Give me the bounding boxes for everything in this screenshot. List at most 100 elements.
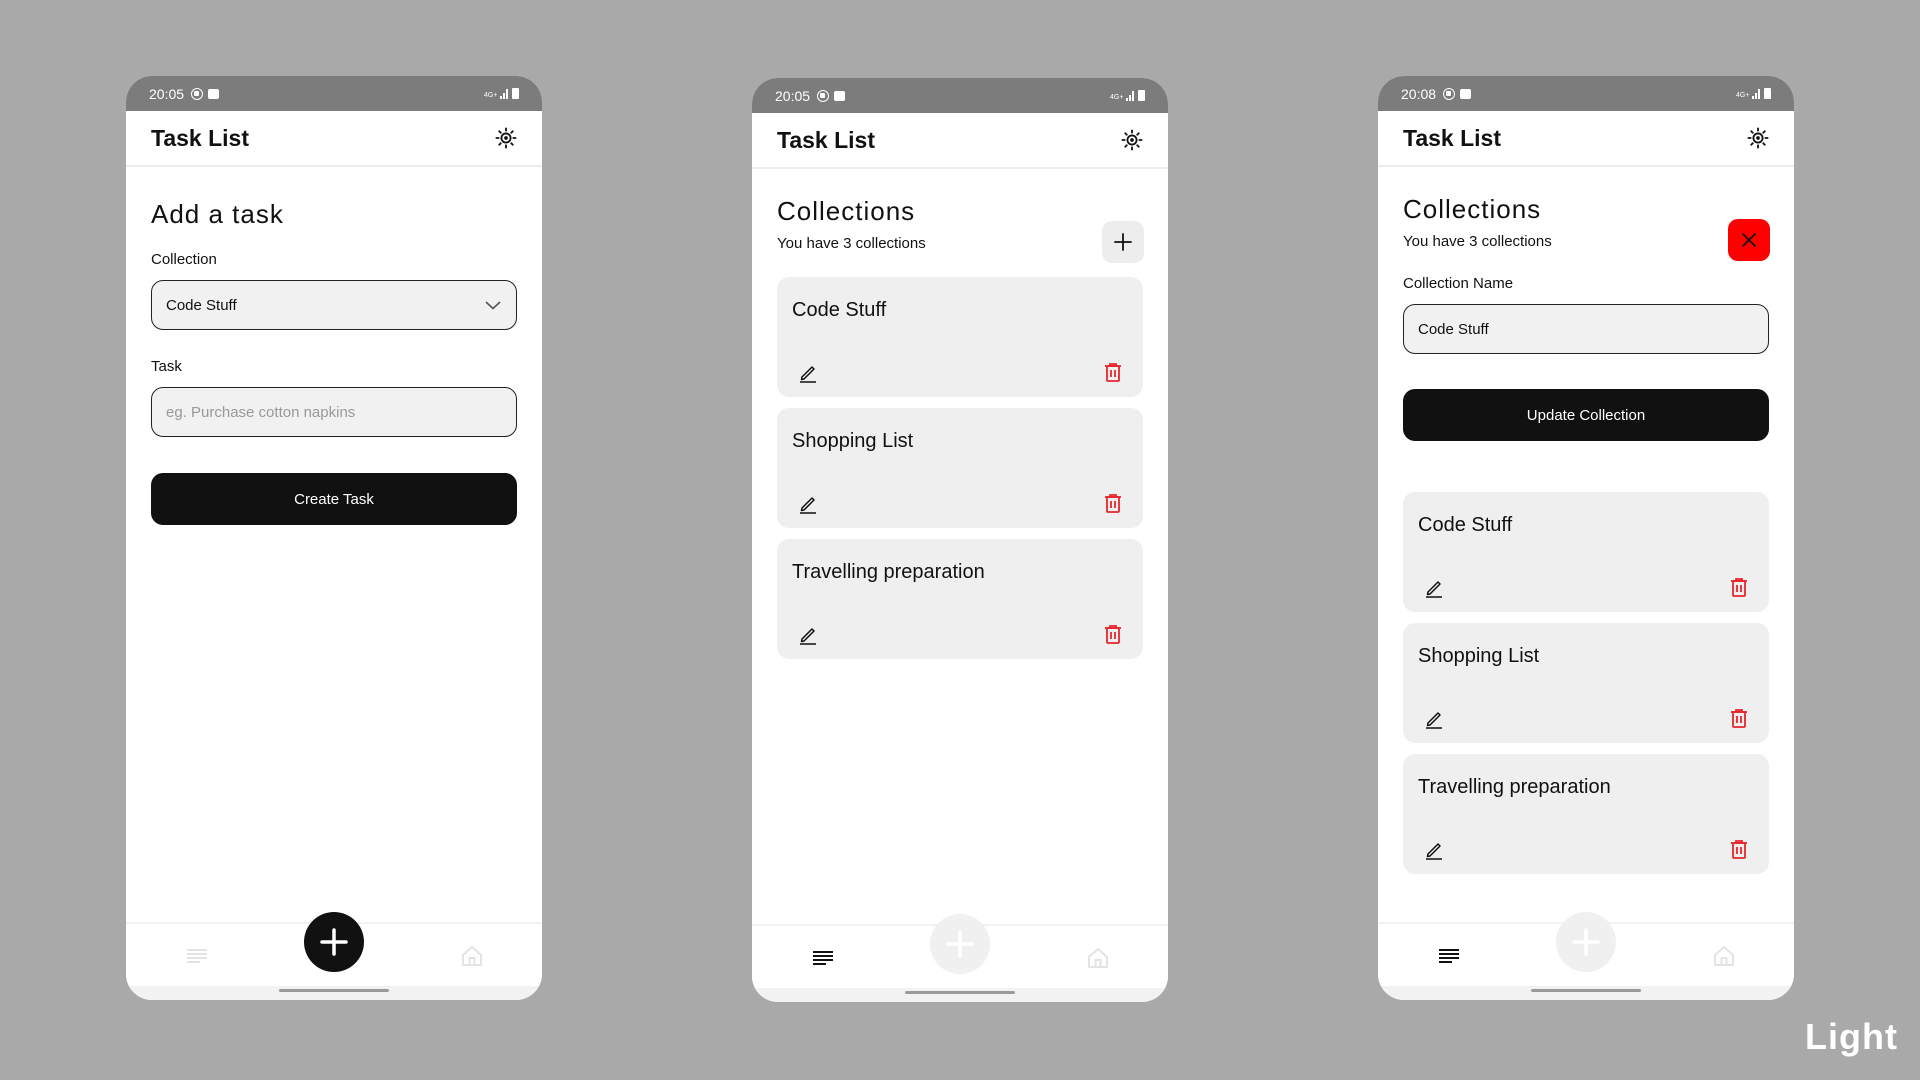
battery-icon bbox=[1764, 88, 1771, 99]
collection-select-value: Code Stuff bbox=[166, 296, 237, 314]
collection-name-label: Collection Name bbox=[1403, 275, 1514, 292]
update-collection-button[interactable]: Update Collection bbox=[1403, 389, 1769, 441]
list-icon[interactable] bbox=[1438, 948, 1460, 964]
network-type: 4G+ bbox=[484, 92, 498, 99]
collection-card[interactable]: Code Stuff bbox=[777, 277, 1143, 397]
collections-count: You have 3 collections bbox=[1403, 233, 1552, 250]
page-title: Collections bbox=[777, 196, 916, 226]
message-notification-icon bbox=[1460, 88, 1472, 99]
signal-icon bbox=[1752, 89, 1760, 99]
gesture-bar[interactable] bbox=[905, 991, 1015, 994]
theme-brightness-icon[interactable] bbox=[1747, 127, 1769, 149]
close-icon bbox=[1742, 233, 1756, 247]
collection-card[interactable]: Shopping List bbox=[1403, 623, 1769, 743]
collection-name-input[interactable]: Code Stuff bbox=[1403, 304, 1769, 354]
plus-icon bbox=[320, 928, 348, 956]
status-indicators: 4G+ bbox=[1736, 88, 1771, 99]
collection-card[interactable]: Travelling preparation bbox=[1403, 754, 1769, 874]
pencil-icon[interactable] bbox=[797, 492, 819, 514]
app-title: Task List bbox=[151, 124, 249, 151]
app-notification-icon bbox=[191, 87, 204, 100]
collection-list: Code Stuff Shopping List Travelling prep… bbox=[1403, 492, 1769, 874]
phone-screen-add-task: 20:05 4G+ Task List Add a task Collectio… bbox=[126, 76, 542, 1000]
collection-card[interactable]: Shopping List bbox=[777, 408, 1143, 528]
app-bar: Task List bbox=[126, 111, 542, 167]
page-title: Add a task bbox=[151, 199, 284, 229]
signal-icon bbox=[1126, 91, 1134, 101]
trash-icon[interactable] bbox=[1102, 623, 1124, 645]
add-task-form: Add a task Collection Code Stuff Task eg… bbox=[126, 199, 542, 525]
app-bar: Task List bbox=[1378, 111, 1794, 167]
bottom-nav bbox=[1378, 912, 1794, 986]
status-time: 20:05 bbox=[775, 87, 811, 104]
trash-icon[interactable] bbox=[1728, 576, 1750, 598]
plus-icon bbox=[1114, 233, 1132, 251]
status-bar: 20:05 4G+ bbox=[126, 76, 542, 111]
network-type: 4G+ bbox=[1110, 94, 1124, 101]
phone-screen-edit-collection: 20:08 4G+ Task List Collections You have… bbox=[1378, 76, 1794, 1000]
app-title: Task List bbox=[777, 126, 875, 153]
add-collection-button[interactable] bbox=[1102, 221, 1144, 263]
theme-brightness-icon[interactable] bbox=[1121, 129, 1143, 151]
network-type: 4G+ bbox=[1736, 92, 1750, 99]
app-notification-icon bbox=[1443, 87, 1456, 100]
edit-collection-view: Collections You have 3 collections Colle… bbox=[1378, 194, 1794, 874]
gesture-bar[interactable] bbox=[279, 989, 389, 992]
message-notification-icon bbox=[208, 88, 220, 99]
status-time: 20:08 bbox=[1401, 85, 1437, 102]
create-task-button[interactable]: Create Task bbox=[151, 473, 517, 525]
add-fab-button[interactable] bbox=[930, 914, 990, 974]
add-fab-button[interactable] bbox=[304, 912, 364, 972]
pencil-icon[interactable] bbox=[1423, 576, 1445, 598]
home-icon[interactable] bbox=[1712, 944, 1736, 968]
collection-card-title: Travelling preparation bbox=[1418, 776, 1611, 798]
status-indicators: 4G+ bbox=[484, 88, 519, 99]
bottom-nav bbox=[126, 912, 542, 986]
list-icon[interactable] bbox=[186, 948, 208, 964]
collection-card[interactable]: Code Stuff bbox=[1403, 492, 1769, 612]
phone-screen-collections: 20:05 4G+ Task List Collections You have… bbox=[752, 78, 1168, 1002]
chevron-down-icon bbox=[485, 301, 501, 310]
collection-name-value: Code Stuff bbox=[1418, 320, 1489, 338]
page-title: Collections bbox=[1403, 194, 1542, 224]
task-input[interactable]: eg. Purchase cotton napkins bbox=[151, 387, 517, 437]
collection-card-title: Code Stuff bbox=[1418, 514, 1513, 536]
collection-label: Collection bbox=[151, 251, 217, 268]
home-icon[interactable] bbox=[1086, 946, 1110, 970]
trash-icon[interactable] bbox=[1728, 838, 1750, 860]
status-bar: 20:08 4G+ bbox=[1378, 76, 1794, 111]
add-fab-button[interactable] bbox=[1556, 912, 1616, 972]
theme-mode-label: Light bbox=[1805, 1016, 1898, 1057]
theme-brightness-icon[interactable] bbox=[495, 127, 517, 149]
plus-icon bbox=[946, 930, 974, 958]
signal-icon bbox=[500, 89, 508, 99]
list-icon[interactable] bbox=[812, 950, 834, 966]
pencil-icon[interactable] bbox=[797, 623, 819, 645]
trash-icon[interactable] bbox=[1102, 361, 1124, 383]
trash-icon[interactable] bbox=[1102, 492, 1124, 514]
battery-icon bbox=[512, 88, 519, 99]
status-bar: 20:05 4G+ bbox=[752, 78, 1168, 113]
pencil-icon[interactable] bbox=[797, 361, 819, 383]
trash-icon[interactable] bbox=[1728, 707, 1750, 729]
home-icon[interactable] bbox=[460, 944, 484, 968]
collection-card[interactable]: Travelling preparation bbox=[777, 539, 1143, 659]
app-title: Task List bbox=[1403, 124, 1501, 151]
pencil-icon[interactable] bbox=[1423, 838, 1445, 860]
plus-icon bbox=[1572, 928, 1600, 956]
collections-count: You have 3 collections bbox=[777, 235, 926, 252]
collection-card-title: Shopping List bbox=[1418, 645, 1540, 667]
message-notification-icon bbox=[834, 90, 846, 101]
gesture-bar[interactable] bbox=[1531, 989, 1641, 992]
collection-card-title: Shopping List bbox=[792, 430, 914, 452]
collection-select[interactable]: Code Stuff bbox=[151, 280, 517, 330]
pencil-icon[interactable] bbox=[1423, 707, 1445, 729]
app-notification-icon bbox=[817, 89, 830, 102]
close-form-button[interactable] bbox=[1728, 219, 1770, 261]
bottom-nav bbox=[752, 914, 1168, 988]
collection-card-title: Travelling preparation bbox=[792, 561, 985, 583]
collection-card-title: Code Stuff bbox=[792, 299, 887, 321]
task-label: Task bbox=[151, 358, 182, 375]
collections-view: Collections You have 3 collections Code … bbox=[752, 196, 1168, 659]
app-bar: Task List bbox=[752, 113, 1168, 169]
